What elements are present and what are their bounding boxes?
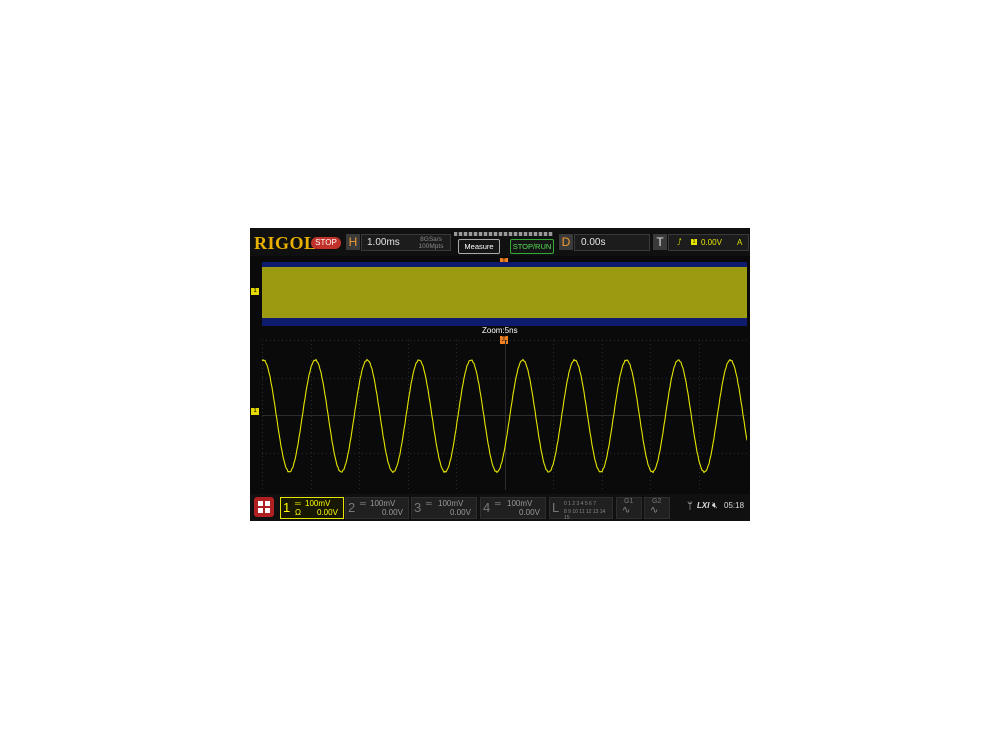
- coupling-dc-icon: ═: [495, 499, 501, 508]
- channel-3-scale: 100mV: [438, 499, 464, 508]
- generator-2-button[interactable]: G2 ∿: [644, 497, 670, 519]
- generator-1-label: G1: [624, 498, 634, 505]
- channel-2-offset: 0.00V: [382, 508, 403, 517]
- generator-2-label: G2: [652, 498, 662, 505]
- zoom-waveform-area[interactable]: [262, 340, 747, 490]
- channel-2-button[interactable]: 2 ═ 100mV 0.00V: [345, 497, 409, 519]
- sine-icon: ∿: [650, 505, 659, 516]
- rising-edge-icon: ⭜: [677, 237, 682, 247]
- channel-4-button[interactable]: 4 ═ 100mV 0.00V: [480, 497, 546, 519]
- sample-rate: 8GSa/s: [420, 236, 442, 243]
- channel-3-button[interactable]: 3 ═ 100mV 0.00V: [411, 497, 477, 519]
- channel-1-impedance: Ω: [295, 508, 301, 517]
- delay-tag[interactable]: D: [559, 234, 573, 250]
- trigger-source-icon: 1: [691, 239, 697, 245]
- channel-3-number: 3: [414, 500, 422, 515]
- channel-2-number: 2: [348, 500, 356, 515]
- ch1-offset-marker-overview[interactable]: 1: [251, 288, 259, 295]
- logic-bits-row-1: 0 1 2 3 4 5 6 7: [564, 501, 596, 507]
- usb-icon: ᛘ: [687, 501, 693, 512]
- stop-run-button[interactable]: STOP/RUN: [510, 239, 554, 254]
- channel-1-offset: 0.00V: [317, 508, 338, 517]
- channel-1-scale: 100mV: [305, 499, 331, 508]
- apps-menu-button[interactable]: [254, 497, 274, 517]
- compressed-waveform: [262, 267, 747, 318]
- horizontal-tag[interactable]: H: [346, 234, 360, 250]
- channel-1-button[interactable]: 1 ═ 100mV Ω 0.00V: [280, 497, 344, 519]
- coupling-dc-icon: ═: [295, 499, 301, 508]
- brand-logo: RIGOL: [254, 233, 317, 253]
- memory-depth: 100Mpts: [418, 243, 444, 250]
- main-timebase-overview: [262, 262, 747, 326]
- generator-1-button[interactable]: G1 ∿: [616, 497, 642, 519]
- run-status-badge[interactable]: STOP: [311, 237, 341, 249]
- trigger-tag[interactable]: T: [653, 234, 667, 250]
- top-status-bar: RIGOL STOP H 1.00ms 8GSa/s 100Mpts Measu…: [250, 228, 750, 256]
- ch1-offset-marker[interactable]: 1: [251, 408, 259, 415]
- sine-icon: ∿: [622, 505, 631, 516]
- trigger-field[interactable]: ⭜ 1 0.00V A: [668, 234, 749, 251]
- oscilloscope-screen: RIGOL STOP H 1.00ms 8GSa/s 100Mpts Measu…: [250, 228, 750, 521]
- memory-position-strip: [454, 232, 553, 236]
- channel-4-number: 4: [483, 500, 491, 515]
- trigger-level: 0.00V: [701, 238, 722, 247]
- mute-icon[interactable]: 🔇︎: [712, 500, 718, 511]
- timebase-value: 1.00ms: [367, 237, 400, 248]
- lxi-status: LXI: [697, 501, 710, 510]
- channel-4-scale: 100mV: [507, 499, 533, 508]
- channel-3-offset: 0.00V: [450, 508, 471, 517]
- logic-bits-row-2: 8 9 10 11 12 13 14 15: [564, 509, 606, 521]
- timebase-field[interactable]: 1.00ms 8GSa/s 100Mpts: [361, 234, 451, 251]
- clock-time: 05:18: [724, 501, 745, 510]
- logic-tag: L: [552, 500, 560, 515]
- delay-field[interactable]: 0.00s: [574, 234, 650, 251]
- trigger-mode: A: [737, 238, 743, 247]
- channel-4-offset: 0.00V: [519, 508, 540, 517]
- coupling-dc-icon: ═: [426, 499, 432, 508]
- logic-analyzer-button[interactable]: L 0 1 2 3 4 5 6 7 8 9 10 11 12 13 14 15: [549, 497, 613, 521]
- channel-1-number: 1: [283, 500, 291, 515]
- measure-button[interactable]: Measure: [458, 239, 500, 254]
- channel-2-scale: 100mV: [370, 499, 396, 508]
- delay-value: 0.00s: [581, 237, 606, 248]
- coupling-dc-icon: ═: [360, 499, 366, 508]
- graticule: [262, 340, 747, 490]
- zoom-label: Zoom:5ns: [482, 326, 518, 335]
